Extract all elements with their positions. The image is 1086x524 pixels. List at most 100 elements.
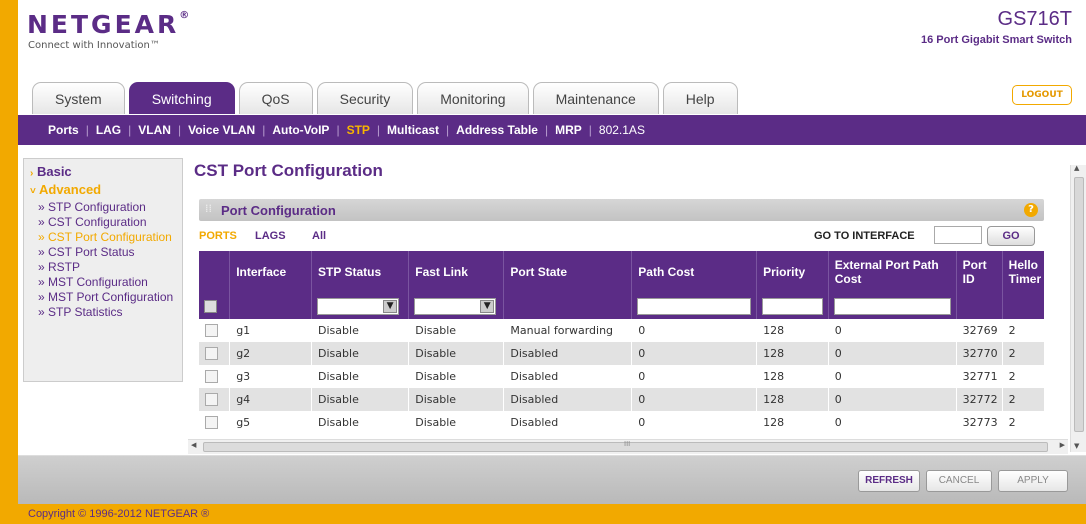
bulk-priority-cell bbox=[756, 293, 829, 319]
stp-status-cell: Disable bbox=[311, 342, 410, 365]
panel-title: Port Configuration bbox=[221, 203, 336, 218]
subnav-vlan[interactable]: VLAN bbox=[138, 123, 171, 137]
scroll-right-icon[interactable]: ▶ bbox=[1060, 441, 1065, 449]
horizontal-scroll-thumb[interactable]: III bbox=[203, 440, 1048, 452]
table-row[interactable]: g3 Disable Disable Disabled 0 128 0 3277… bbox=[199, 365, 1044, 388]
refresh-button[interactable]: REFRESH bbox=[858, 470, 920, 492]
external-path-cost-cell: 0 bbox=[828, 319, 957, 342]
tab-help[interactable]: Help bbox=[662, 82, 738, 114]
table-row[interactable]: g2 Disable Disable Disabled 0 128 0 3277… bbox=[199, 342, 1044, 365]
table-header-row: Interface STP Status Fast Link Port Stat… bbox=[199, 251, 1044, 293]
cancel-button[interactable]: CANCEL bbox=[926, 470, 992, 492]
sidebar-item-stp-statistics[interactable]: » STP Statistics bbox=[30, 305, 182, 320]
app-frame: NETGEAR® Connect with Innovation™ GS716T… bbox=[18, 0, 1086, 524]
path-cost-cell: 0 bbox=[631, 319, 758, 342]
sidebar-item-stp-configuration[interactable]: » STP Configuration bbox=[30, 200, 182, 215]
logout-button[interactable]: LOGOUT bbox=[1012, 85, 1072, 105]
subnav-voice-vlan[interactable]: Voice VLAN bbox=[188, 123, 255, 137]
bulk-path-cost-input[interactable] bbox=[637, 297, 752, 315]
vertical-scroll-thumb[interactable] bbox=[1074, 177, 1084, 432]
subnav-separator: | bbox=[128, 123, 132, 137]
tab-system[interactable]: System bbox=[32, 82, 125, 114]
external-path-cost-cell: 0 bbox=[828, 365, 957, 388]
sidebar-item-mst-configuration[interactable]: » MST Configuration bbox=[30, 275, 182, 290]
go-button[interactable]: GO bbox=[987, 226, 1035, 246]
tab-monitoring[interactable]: Monitoring bbox=[417, 82, 529, 114]
vertical-scrollbar[interactable]: ▲ ▼ bbox=[1070, 164, 1086, 452]
filter-ports-link[interactable]: PORTS bbox=[199, 230, 237, 242]
model-description: 16 Port Gigabit Smart Switch bbox=[921, 34, 1072, 46]
panel-header: ⁞⁞ Port Configuration ? bbox=[199, 199, 1044, 221]
subnav-address-table[interactable]: Address Table bbox=[456, 123, 538, 137]
priority-cell: 128 bbox=[756, 411, 829, 434]
sidebar-item-cst-port-status[interactable]: » CST Port Status bbox=[30, 245, 182, 260]
header-priority: Priority bbox=[756, 251, 829, 293]
goto-interface-input[interactable] bbox=[934, 226, 982, 244]
priority-cell: 128 bbox=[756, 365, 829, 388]
subnav-multicast[interactable]: Multicast bbox=[387, 123, 439, 137]
content-area: › Basic ˅ Advanced » STP Configuration »… bbox=[18, 145, 1086, 456]
row-checkbox[interactable] bbox=[205, 416, 218, 429]
subnav-mrp[interactable]: MRP bbox=[555, 123, 582, 137]
subnav-lag[interactable]: LAG bbox=[96, 123, 121, 137]
table-row[interactable]: g5 Disable Disable Disabled 0 128 0 3277… bbox=[199, 411, 1044, 434]
help-icon[interactable]: ? bbox=[1024, 203, 1038, 217]
bulk-stp-status-select[interactable]: ▼ bbox=[317, 297, 400, 315]
tab-switching[interactable]: Switching bbox=[128, 82, 235, 114]
subnav-separator: | bbox=[588, 123, 592, 137]
interface-cell: g4 bbox=[229, 388, 313, 411]
row-checkbox-cell bbox=[199, 365, 231, 388]
bulk-priority-input[interactable] bbox=[762, 297, 823, 315]
subnav-auto-voip[interactable]: Auto-VoIP bbox=[272, 123, 329, 137]
tab-security[interactable]: Security bbox=[316, 82, 414, 114]
table-row[interactable]: g4 Disable Disable Disabled 0 128 0 3277… bbox=[199, 388, 1044, 411]
fast-link-cell: Disable bbox=[408, 365, 505, 388]
tab-qos[interactable]: QoS bbox=[238, 82, 313, 114]
header-stp-status: STP Status bbox=[311, 251, 410, 293]
row-checkbox[interactable] bbox=[205, 393, 218, 406]
stp-status-cell: Disable bbox=[311, 365, 410, 388]
sidebar-item-cst-configuration[interactable]: » CST Configuration bbox=[30, 215, 182, 230]
row-checkbox-cell bbox=[199, 411, 231, 434]
filter-all-link[interactable]: All bbox=[312, 230, 326, 242]
scroll-down-icon[interactable]: ▼ bbox=[1074, 442, 1079, 450]
bulk-fast-link-select[interactable]: ▼ bbox=[414, 297, 497, 315]
apply-button[interactable]: APPLY bbox=[998, 470, 1068, 492]
sub-navigation: Ports | LAG | VLAN | Voice VLAN | Auto-VoIP | STP |… bbox=[18, 115, 1086, 145]
subnav-stp[interactable]: STP bbox=[347, 123, 370, 137]
row-checkbox[interactable] bbox=[205, 324, 218, 337]
row-checkbox[interactable] bbox=[205, 370, 218, 383]
priority-cell: 128 bbox=[756, 388, 829, 411]
hello-timer-cell: 2 bbox=[1002, 365, 1044, 388]
port-config-table-wrap: Interface STP Status Fast Link Port Stat… bbox=[199, 251, 1044, 443]
port-state-cell: Disabled bbox=[503, 365, 633, 388]
bulk-select-cell bbox=[199, 293, 231, 319]
hello-timer-cell: 2 bbox=[1002, 342, 1044, 365]
bulk-external-port-path-cost-input[interactable] bbox=[833, 297, 951, 315]
external-path-cost-cell: 0 bbox=[828, 342, 957, 365]
table-row[interactable]: g1 Disable Disable Manual forwarding 0 1… bbox=[199, 319, 1044, 342]
row-checkbox-cell bbox=[199, 342, 231, 365]
port-id-cell: 32769 bbox=[956, 319, 1003, 342]
sidebar-item-rstp[interactable]: » RSTP bbox=[30, 260, 182, 275]
port-id-cell: 32770 bbox=[956, 342, 1003, 365]
scroll-up-icon[interactable]: ▲ bbox=[1074, 164, 1079, 172]
row-checkbox[interactable] bbox=[205, 347, 218, 360]
fast-link-cell: Disable bbox=[408, 319, 505, 342]
sidebar-item-mst-port-configuration[interactable]: » MST Port Configuration bbox=[30, 290, 182, 305]
sidebar-basic[interactable]: › Basic bbox=[30, 164, 182, 182]
filter-lags-link[interactable]: LAGS bbox=[255, 230, 286, 242]
select-all-checkbox[interactable] bbox=[204, 299, 217, 313]
interface-cell: g1 bbox=[229, 319, 313, 342]
scroll-left-icon[interactable]: ◀ bbox=[191, 441, 196, 449]
subnav-802-1as[interactable]: 802.1AS bbox=[599, 123, 645, 137]
port-id-cell: 32773 bbox=[956, 411, 1003, 434]
netgear-logo: NETGEAR® bbox=[27, 10, 193, 39]
sidebar-item-cst-port-configuration[interactable]: » CST Port Configuration bbox=[30, 230, 182, 245]
subnav-separator: | bbox=[262, 123, 266, 137]
tab-maintenance[interactable]: Maintenance bbox=[532, 82, 659, 114]
sidebar-advanced[interactable]: ˅ Advanced bbox=[30, 182, 182, 200]
header-select bbox=[199, 251, 231, 293]
subnav-ports[interactable]: Ports bbox=[48, 123, 79, 137]
horizontal-scrollbar[interactable]: ◀ III ▶ bbox=[188, 439, 1068, 454]
